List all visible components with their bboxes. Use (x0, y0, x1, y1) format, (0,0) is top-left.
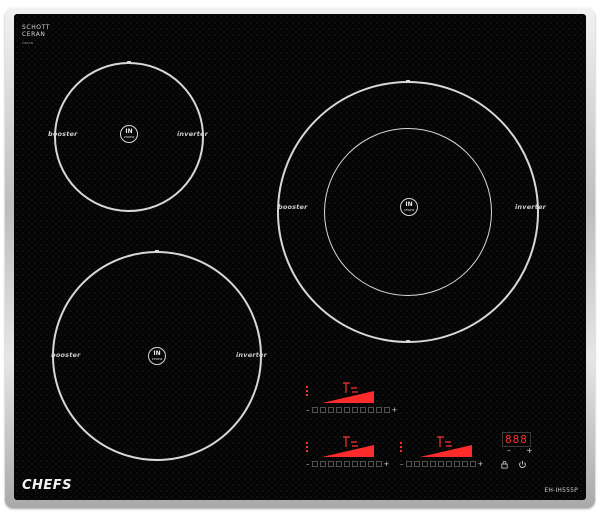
zone-right-inverter-label: inverter (515, 203, 547, 211)
zone-tick (127, 210, 131, 212)
zone-indicator-dots (306, 386, 308, 398)
zone-bottom-left-induction-badge: IN 2700W (148, 347, 166, 365)
zone-tick (406, 340, 410, 342)
slider-minus-button[interactable]: – (306, 460, 310, 468)
glass-sub-text: CERAN (22, 41, 34, 45)
power-ramp-indicator (420, 445, 472, 457)
glass-maker-text: SCHOTT (22, 24, 51, 31)
ceramic-glass-surface: SCHOTT CERAN CERAN booster inverter IN 2… (14, 14, 586, 500)
glass-manufacturer-logo: SCHOTT CERAN CERAN (22, 24, 50, 47)
lock-icon[interactable] (500, 460, 509, 471)
slider-plus-button[interactable]: + (384, 460, 390, 468)
badge-power-text: 2700W (151, 357, 163, 361)
chefs-logo: CHEFS (22, 478, 73, 493)
zone-tick (155, 459, 159, 461)
badge-power-text: 3700W (403, 208, 415, 212)
model-number: EH-IH555P (544, 487, 578, 494)
zone-bottom-left-booster-label: booster (51, 351, 81, 359)
zone-top-left-booster-label: booster (48, 130, 78, 138)
timer-display: 888 (502, 432, 531, 447)
slider-top-control[interactable]: – + (306, 406, 397, 414)
zone-tick (406, 80, 410, 82)
slider-plus-button[interactable]: + (478, 460, 484, 468)
zone-top-left-inverter-label: inverter (177, 130, 209, 138)
zone-tick (127, 61, 131, 63)
slider-minus-button[interactable]: – (306, 406, 310, 414)
zone-indicator-dots (306, 442, 308, 454)
zone-right-induction-badge: IN 3700W (400, 198, 418, 216)
slider-minus-button[interactable]: – (400, 460, 404, 468)
glass-line-text: CERAN (22, 31, 46, 38)
zone-right-booster-label: booster (278, 203, 308, 211)
slider-plus-button[interactable]: + (392, 406, 398, 414)
zone-tick (155, 250, 159, 252)
timer-minus-button[interactable]: – (507, 446, 511, 455)
slider-bottom-left-control[interactable]: – + (306, 460, 389, 468)
power-ramp-indicator (322, 391, 374, 403)
slider-bottom-right-control[interactable]: – + (400, 460, 483, 468)
power-icon[interactable] (518, 460, 527, 471)
zone-bottom-left-inverter-label: inverter (236, 351, 268, 359)
zone-top-left-induction-badge: IN 2300W (120, 125, 138, 143)
zone-indicator-dots (400, 442, 402, 454)
timer-plus-button[interactable]: + (526, 446, 533, 455)
power-ramp-indicator (322, 445, 374, 457)
badge-power-text: 2300W (123, 135, 135, 139)
